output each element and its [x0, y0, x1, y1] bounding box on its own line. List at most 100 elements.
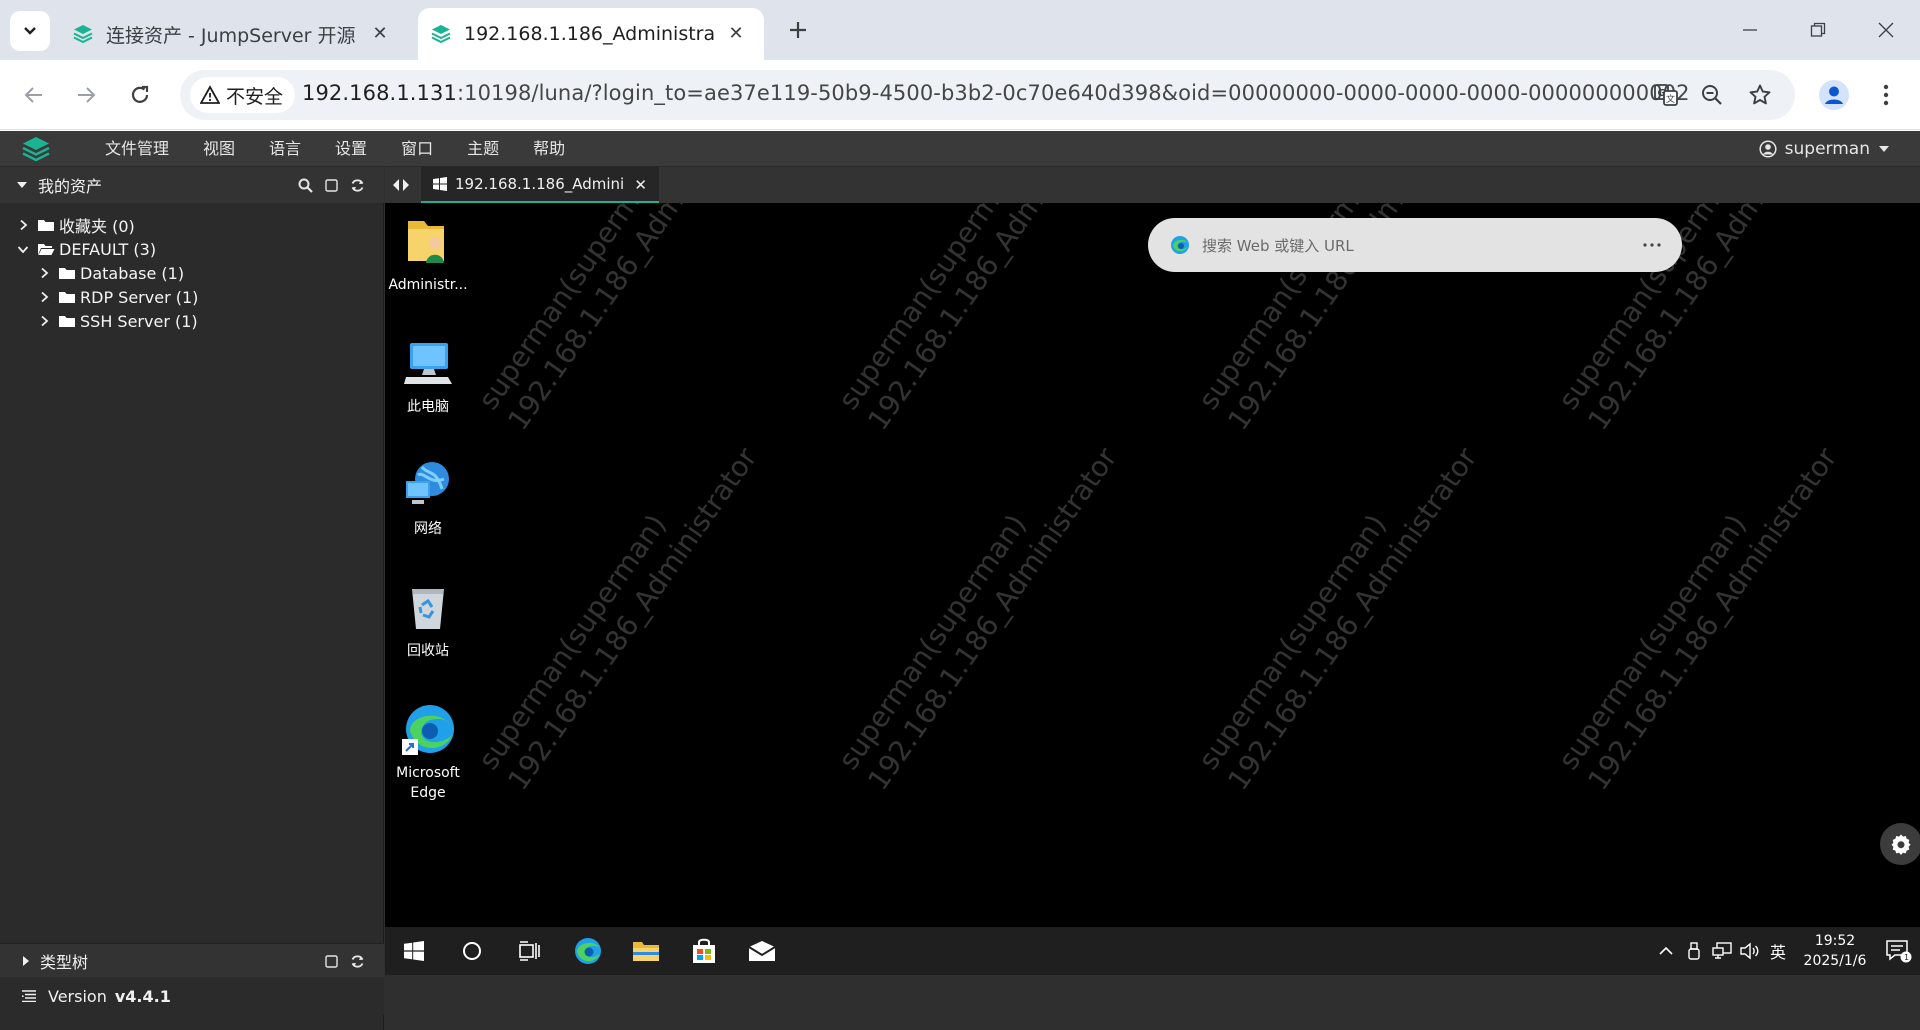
menu-theme[interactable]: 主题	[450, 131, 516, 167]
tab-title: 连接资产 - JumpServer 开源堡垒机	[106, 24, 356, 47]
taskbar-store[interactable]	[675, 927, 733, 975]
browser-tab-rdp-session[interactable]: 192.168.1.186_Administrator ✕	[418, 8, 764, 60]
translate-button[interactable]: G文	[1650, 79, 1682, 111]
my-assets-header[interactable]: 我的资产	[0, 167, 384, 203]
menu-settings[interactable]: 设置	[318, 131, 384, 167]
jumpserver-logo-icon[interactable]	[20, 135, 52, 163]
cortana-button[interactable]	[443, 927, 501, 975]
task-view-icon	[519, 941, 540, 961]
profile-button[interactable]	[1814, 75, 1854, 115]
session-tab-title: 192.168.1.186_Administrator	[455, 175, 625, 193]
tab-close-icon[interactable]: ✕	[724, 22, 748, 46]
url-text[interactable]: 192.168.1.131:10198/luna/?login_to=ae37e…	[302, 81, 1690, 105]
chevron-down-icon[interactable]	[15, 245, 31, 254]
network-icon	[400, 457, 456, 513]
tree-node-rdp-server[interactable]: RDP Server (1)	[0, 285, 384, 309]
caret-right-icon[interactable]	[401, 177, 411, 193]
version-label: Version	[48, 986, 107, 1006]
session-settings-button[interactable]	[1880, 823, 1920, 865]
chevron-right-icon[interactable]	[36, 291, 52, 303]
menu-window[interactable]: 窗口	[384, 131, 450, 167]
close-window-button[interactable]	[1852, 0, 1920, 60]
refresh-button[interactable]	[344, 949, 370, 973]
forward-button[interactable]	[66, 75, 106, 115]
type-tree-tools	[318, 949, 370, 973]
minimize-button[interactable]	[1716, 0, 1784, 60]
chevron-right-icon[interactable]	[36, 315, 52, 327]
user-menu[interactable]: superman	[1759, 131, 1890, 167]
network-status-icon[interactable]	[1708, 927, 1736, 975]
taskbar-file-explorer[interactable]	[617, 927, 675, 975]
tab-search-button[interactable]	[10, 11, 50, 51]
collapse-all-button[interactable]	[318, 949, 344, 973]
back-button[interactable]	[14, 75, 54, 115]
caret-right-icon	[23, 955, 29, 966]
chevron-right-icon[interactable]	[15, 219, 31, 231]
edge-icon	[575, 938, 601, 964]
desktop-icon-this-pc[interactable]: 此电脑	[385, 335, 471, 417]
refresh-button[interactable]	[344, 173, 370, 197]
taskbar-clock[interactable]: 19:52 2025/1/6	[1792, 931, 1878, 971]
zoom-button[interactable]	[1696, 79, 1728, 111]
restore-button[interactable]	[1784, 0, 1852, 60]
taskbar-edge[interactable]	[559, 927, 617, 975]
edge-search-bar[interactable]: 搜索 Web 或键入 URL	[1148, 218, 1682, 272]
browser-tab-strip: 连接资产 - JumpServer 开源堡垒机 ✕ 192.168.1.186_…	[0, 0, 1920, 60]
list-icon[interactable]	[22, 990, 36, 1002]
desktop-icon-label: 此电脑	[407, 399, 449, 415]
circle-search-icon	[463, 942, 481, 960]
asset-tree: 收藏夹 (0) DEFAULT (3) Database (1) RDP Ser…	[0, 213, 384, 333]
tree-node-label: RDP Server (1)	[80, 287, 199, 307]
tab-close-icon[interactable]: ✕	[368, 22, 392, 46]
security-indicator[interactable]: 不安全	[190, 77, 296, 113]
folder-icon	[58, 314, 76, 328]
reload-button[interactable]	[120, 75, 160, 115]
address-bar[interactable]: 不安全 192.168.1.131:10198/luna/?login_to=a…	[180, 70, 1795, 120]
more-horizontal-icon[interactable]	[1640, 230, 1664, 260]
start-button[interactable]	[385, 927, 443, 975]
watermark: superman(superman) 192.168.1.186_Administ…	[471, 203, 764, 437]
tree-node-default[interactable]: DEFAULT (3)	[0, 237, 384, 261]
tree-node-ssh-server[interactable]: SSH Server (1)	[0, 309, 384, 333]
menu-help[interactable]: 帮助	[516, 131, 582, 167]
desktop-icon-recycle-bin[interactable]: 回收站	[385, 579, 471, 661]
window-controls	[1716, 0, 1920, 60]
taskbar-mail[interactable]	[733, 927, 791, 975]
watermark: superman(superman) 192.168.1.186_Administ…	[471, 441, 764, 797]
task-view-button[interactable]	[501, 927, 559, 975]
type-tree-header[interactable]: 类型树	[0, 943, 384, 977]
action-center-button[interactable]: 1	[1878, 927, 1920, 975]
desktop-icon-edge[interactable]: Microsoft Edge	[385, 701, 471, 803]
menu-view[interactable]: 视图	[186, 131, 252, 167]
caret-left-icon[interactable]	[391, 177, 401, 193]
square-icon	[324, 178, 338, 192]
caret-down-icon	[1879, 146, 1889, 152]
browser-menu-button[interactable]	[1866, 75, 1906, 115]
chevron-right-icon[interactable]	[36, 267, 52, 279]
remote-desktop[interactable]: superman(superman) 192.168.1.186_Administ…	[385, 203, 1920, 975]
bookmark-button[interactable]	[1744, 79, 1776, 111]
new-tab-button[interactable]	[780, 12, 816, 48]
usb-icon[interactable]	[1680, 927, 1708, 975]
watermark: superman(superman) 192.168.1.186_Administ…	[831, 203, 1124, 437]
close-icon[interactable]: ✕	[634, 176, 647, 194]
menu-file-manager[interactable]: 文件管理	[88, 131, 186, 167]
search-icon	[298, 178, 313, 193]
collapse-all-button[interactable]	[318, 173, 344, 197]
tree-node-favorites[interactable]: 收藏夹 (0)	[0, 213, 384, 237]
jumpserver-favicon-icon	[73, 25, 93, 44]
session-tab[interactable]: 192.168.1.186_Administrator ✕	[421, 167, 659, 203]
volume-icon[interactable]	[1736, 927, 1764, 975]
desktop-icon-network[interactable]: 网络	[385, 457, 471, 539]
avatar-icon	[1819, 80, 1849, 110]
menu-language[interactable]: 语言	[252, 131, 318, 167]
luna-app: 文件管理 视图 语言 设置 窗口 主题 帮助 superman 我的资产 收藏夹…	[0, 131, 1920, 1030]
browser-tab-jumpserver[interactable]: 连接资产 - JumpServer 开源堡垒机 ✕	[58, 8, 408, 60]
desktop-icon-label: Microsoft Edge	[396, 765, 460, 801]
desktop-icon-user-folder[interactable]: Administr...	[385, 213, 471, 295]
ime-indicator[interactable]: 英	[1764, 927, 1792, 975]
tree-node-database[interactable]: Database (1)	[0, 261, 384, 285]
chevron-up-icon[interactable]	[1652, 927, 1680, 975]
search-button[interactable]	[292, 173, 318, 197]
computer-icon	[400, 335, 456, 391]
